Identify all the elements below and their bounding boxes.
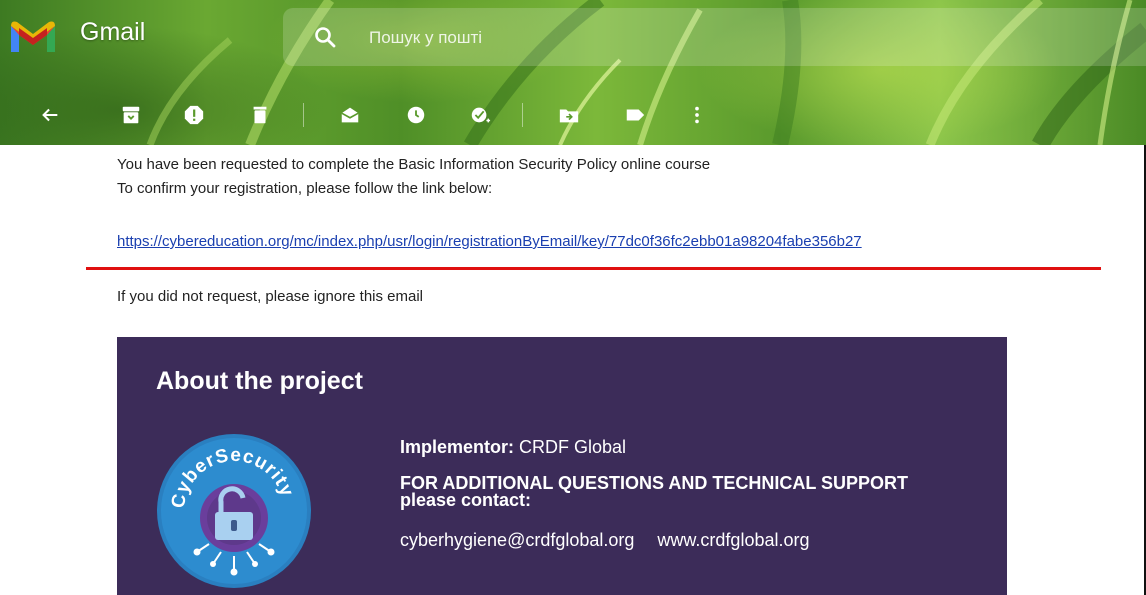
highlight-underline — [86, 267, 1101, 270]
banner-title: About the project — [156, 367, 363, 395]
contact-title: FOR ADDITIONAL QUESTIONS AND TECHNICAL S… — [400, 473, 909, 510]
move-to-icon — [559, 109, 579, 123]
mark-unread-icon — [341, 107, 359, 123]
contact-line: cyberhygiene@crdfglobal.org www.crdfglob… — [400, 530, 810, 551]
implementor-value: CRDF Global — [519, 437, 627, 457]
toolbar-divider — [303, 103, 304, 127]
search-input[interactable] — [367, 22, 871, 54]
gmail-logo-icon[interactable] — [8, 18, 58, 54]
add-to-tasks-button[interactable] — [466, 101, 494, 129]
delete-button[interactable] — [246, 101, 274, 129]
report-spam-button[interactable] — [180, 101, 208, 129]
message-line-request: You have been requested to complete the … — [117, 156, 711, 173]
delete-icon — [253, 106, 267, 124]
about-project-banner: About the project CyberSecurity Implemen… — [117, 337, 1007, 595]
registration-link[interactable]: https://cybereducation.org/mc/index.php/… — [117, 233, 862, 250]
cybersecurity-badge-icon: CyberSecurity — [157, 434, 311, 588]
add-to-tasks-icon — [471, 107, 491, 123]
back-icon — [42, 108, 58, 122]
contact-website[interactable]: www.crdfglobal.org — [657, 530, 809, 550]
contact-email[interactable]: cyberhygiene@crdfglobal.org — [400, 530, 634, 550]
implementor-line: Implementor: CRDF Global — [400, 437, 626, 458]
mark-unread-button[interactable] — [336, 101, 364, 129]
search-bar[interactable] — [283, 8, 1146, 66]
message-line-ignore: If you did not request, please ignore th… — [117, 288, 424, 305]
message-toolbar — [0, 95, 720, 135]
more-options-button[interactable] — [683, 101, 711, 129]
archive-button[interactable] — [117, 101, 145, 129]
report-spam-icon — [184, 105, 204, 125]
message-body: You have been requested to complete the … — [0, 145, 1146, 595]
gmail-header: Gmail — [0, 0, 1146, 145]
archive-icon — [122, 106, 140, 124]
label-icon — [626, 109, 645, 121]
snooze-button[interactable] — [402, 101, 430, 129]
toolbar-divider — [522, 103, 523, 127]
label-button[interactable] — [621, 101, 649, 129]
back-button[interactable] — [36, 101, 64, 129]
implementor-label: Implementor: — [400, 437, 515, 457]
more-options-icon — [695, 106, 699, 124]
app-title[interactable]: Gmail — [80, 18, 145, 47]
snooze-icon — [407, 106, 425, 124]
message-line-confirm: To confirm your registration, please fol… — [117, 180, 493, 197]
move-to-button[interactable] — [555, 101, 583, 129]
search-icon[interactable] — [313, 25, 337, 49]
